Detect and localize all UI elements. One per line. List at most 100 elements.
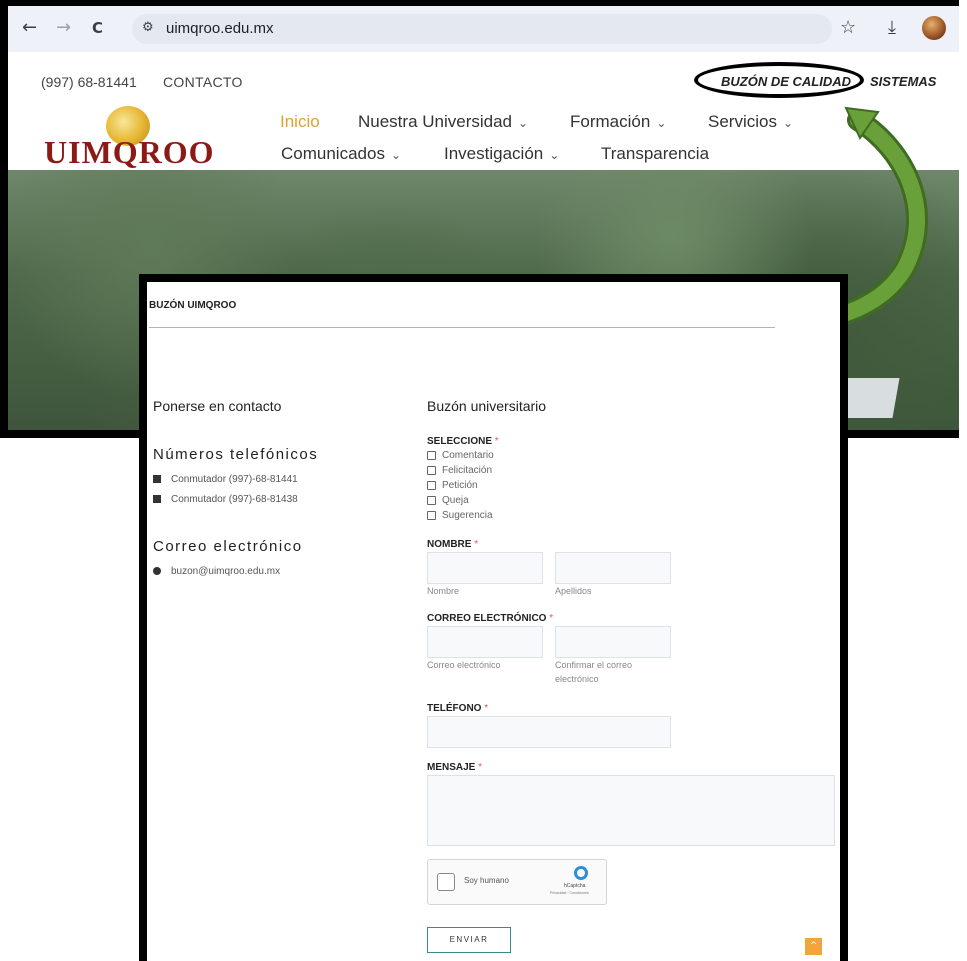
- nombre-input[interactable]: [427, 552, 543, 584]
- apellidos-sublabel: Apellidos: [555, 586, 592, 596]
- panel-title: BUZÓN UIMQROO: [149, 300, 237, 311]
- option-comentario[interactable]: Comentario: [427, 450, 494, 461]
- checkbox-icon[interactable]: [427, 465, 436, 475]
- sistemas-link[interactable]: SISTEMAS: [870, 74, 936, 89]
- nav-comunicados-label: Comunicados: [281, 144, 385, 163]
- nav-inicio-label: Inicio: [280, 112, 320, 131]
- chevron-down-icon: ⌄: [549, 148, 560, 162]
- telefono-text: TELÉFONO: [427, 703, 482, 714]
- info-circle-icon: [153, 567, 161, 576]
- reload-icon[interactable]: C: [92, 18, 103, 38]
- required-mark: *: [478, 762, 483, 773]
- seleccione-label: SELECCIONE *: [427, 436, 499, 447]
- option-felicitacion[interactable]: Felicitación: [427, 465, 492, 476]
- confirmar-correo-input[interactable]: [555, 626, 671, 658]
- buzon-panel-content: BUZÓN UIMQROO Ponerse en contacto Número…: [147, 282, 840, 961]
- nav-servicios-label: Servicios: [708, 112, 777, 131]
- forward-icon[interactable]: →: [56, 18, 71, 38]
- phone-line-2: Conmutador (997)-68-81438: [153, 494, 298, 505]
- email-heading: Correo electrónico: [153, 538, 303, 555]
- checkbox-icon[interactable]: [427, 510, 436, 520]
- chevron-down-icon: ⌄: [518, 116, 529, 130]
- nav-investigacion[interactable]: Investigación ⌄: [444, 144, 559, 164]
- nombre-text: NOMBRE: [427, 539, 472, 550]
- captcha-checkbox[interactable]: [437, 873, 455, 891]
- phones-heading: Números telefónicos: [153, 446, 319, 463]
- required-mark: *: [484, 703, 489, 714]
- option-queja[interactable]: Queja: [427, 495, 469, 506]
- option-queja-label: Queja: [442, 495, 469, 506]
- phone-line-1: Conmutador (997)-68-81441: [153, 474, 298, 485]
- email-line: buzon@uimqroo.edu.mx: [153, 566, 280, 577]
- address-bar[interactable]: ⚙ uimqroo.edu.mx: [132, 14, 832, 44]
- correo-label: CORREO ELECTRÓNICO *: [427, 613, 553, 624]
- download-icon[interactable]: ⤓: [888, 18, 896, 38]
- browser-toolbar: ← → C ⚙ uimqroo.edu.mx ☆ ⤓: [8, 6, 959, 52]
- enviar-button[interactable]: ENVIAR: [427, 927, 511, 953]
- nav-transparencia-label: Transparencia: [601, 144, 710, 163]
- required-mark: *: [474, 539, 479, 550]
- checkbox-icon[interactable]: [427, 495, 436, 505]
- site-settings-icon[interactable]: ⚙: [142, 20, 154, 35]
- option-comentario-label: Comentario: [442, 450, 494, 461]
- contact-heading: Ponerse en contacto: [153, 398, 282, 414]
- nav-investigacion-label: Investigación: [444, 144, 544, 163]
- option-sugerencia[interactable]: Sugerencia: [427, 510, 493, 521]
- confirmar-sublabel: Confirmar el correo electrónico: [555, 660, 633, 684]
- phone-2-text: Conmutador (997)-68-81438: [171, 494, 298, 505]
- scroll-top-button[interactable]: ^: [805, 938, 822, 955]
- site-header: (997) 68-81441 CONTACTO BUZÓN DE CALIDAD…: [8, 52, 959, 177]
- correo-input[interactable]: [427, 626, 543, 658]
- logo-text: UIMQROO: [44, 134, 215, 170]
- mensaje-text: MENSAJE: [427, 762, 476, 773]
- hcaptcha-logo-icon: [574, 866, 588, 880]
- url-text[interactable]: uimqroo.edu.mx: [166, 20, 274, 37]
- telefono-input[interactable]: [427, 716, 671, 748]
- email-text[interactable]: buzon@uimqroo.edu.mx: [171, 566, 280, 577]
- captcha-label: Soy humano: [464, 876, 509, 885]
- correo-text: CORREO ELECTRÓNICO: [427, 613, 547, 624]
- back-icon[interactable]: ←: [22, 18, 37, 38]
- phone-square-icon: [153, 495, 161, 504]
- hcaptcha-links[interactable]: Privacidad · Condiciones: [550, 891, 589, 895]
- nav-universidad-label: Nuestra Universidad: [358, 112, 513, 131]
- mensaje-label: MENSAJE *: [427, 762, 482, 773]
- correo-sublabel: Correo electrónico: [427, 660, 501, 670]
- highlight-oval: [694, 62, 864, 98]
- hcaptcha-brand: hCaptcha: [564, 883, 586, 889]
- nav-servicios[interactable]: Servicios ⌄: [708, 112, 793, 132]
- header-phone: (997) 68-81441: [41, 74, 137, 90]
- uimqroo-logo[interactable]: UIMQROO UNIVERSIDAD INTERCULTURAL MAYA D…: [44, 98, 258, 177]
- option-peticion[interactable]: Petición: [427, 480, 478, 491]
- nav-comunicados[interactable]: Comunicados ⌄: [281, 144, 401, 164]
- phone-square-icon: [153, 475, 161, 484]
- required-mark: *: [549, 613, 554, 624]
- chevron-down-icon: ⌄: [782, 116, 794, 130]
- title-divider: [149, 327, 775, 328]
- phone-1-text: Conmutador (997)-68-81441: [171, 474, 298, 485]
- telefono-label: TELÉFONO *: [427, 703, 488, 714]
- mensaje-textarea[interactable]: [427, 775, 835, 846]
- bookmark-star-icon[interactable]: ☆: [840, 18, 856, 38]
- nav-transparencia[interactable]: Transparencia: [601, 144, 709, 164]
- hcaptcha-widget[interactable]: Soy humano hCaptcha Privacidad · Condici…: [427, 859, 607, 905]
- nombre-label: NOMBRE *: [427, 539, 478, 550]
- apellidos-input[interactable]: [555, 552, 671, 584]
- contact-link[interactable]: CONTACTO: [163, 74, 243, 90]
- option-felicitacion-label: Felicitación: [442, 465, 493, 476]
- checkbox-icon[interactable]: [427, 480, 436, 490]
- chevron-down-icon: ⌄: [656, 116, 667, 130]
- chevron-down-icon: ⌄: [390, 148, 402, 162]
- nav-formacion[interactable]: Formación ⌄: [570, 112, 666, 132]
- form-heading: Buzón universitario: [427, 398, 547, 414]
- seleccione-text: SELECCIONE: [427, 436, 493, 447]
- buzon-panel: BUZÓN UIMQROO Ponerse en contacto Número…: [139, 274, 848, 961]
- option-peticion-label: Petición: [442, 480, 478, 491]
- nav-inicio[interactable]: Inicio: [280, 112, 320, 132]
- nav-nuestra-universidad[interactable]: Nuestra Universidad ⌄: [358, 112, 528, 132]
- profile-avatar[interactable]: [922, 16, 946, 40]
- nav-formacion-label: Formación: [570, 112, 651, 131]
- option-sugerencia-label: Sugerencia: [442, 510, 493, 521]
- checkbox-icon[interactable]: [427, 450, 436, 460]
- required-mark: *: [494, 436, 499, 447]
